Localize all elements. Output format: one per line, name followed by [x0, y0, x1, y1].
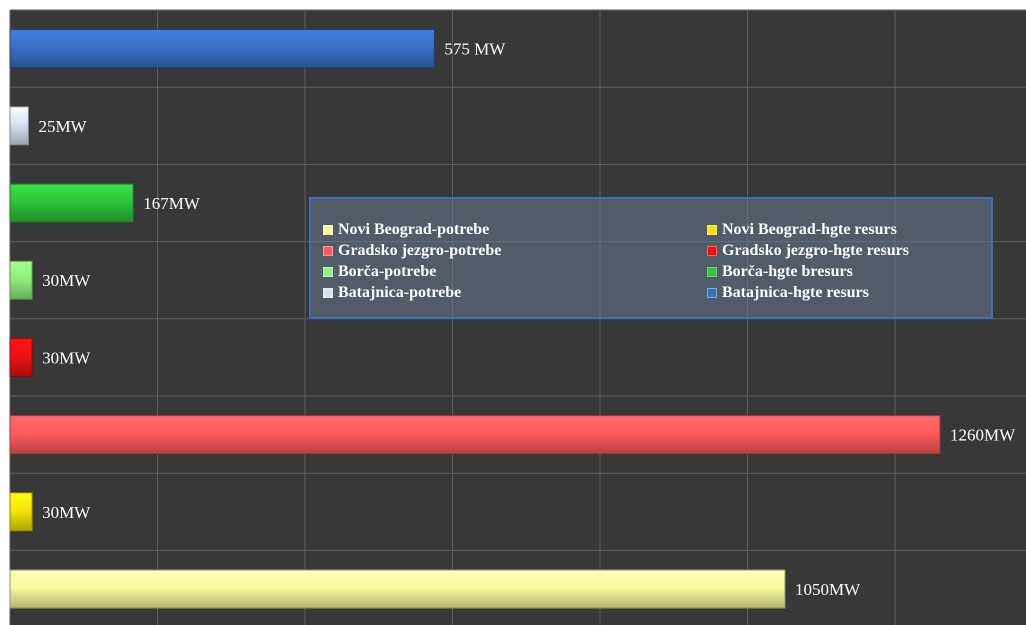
data-label: 30MW	[42, 348, 91, 367]
bar-novi-beograd-potrebe	[9, 569, 786, 609]
legend-swatch	[707, 245, 717, 256]
legend-label: Gradsko jezgro-potrebe	[338, 242, 502, 259]
legend-label: Borča-hgte bresurs	[722, 263, 853, 280]
legend-item: Novi Beograd-potrebe	[323, 219, 501, 240]
legend-label: Gradsko jezgro-hgte resurs	[722, 242, 909, 259]
legend-swatch	[323, 266, 333, 277]
legend-column-left: Novi Beograd-potrebe Gradsko jezgro-potre…	[323, 219, 501, 303]
bar-batajnica-potrebe	[9, 106, 29, 146]
legend-item: Gradsko jezgro-hgte resurs	[707, 240, 909, 261]
data-label: 30MW	[42, 271, 91, 290]
legend-label: Borča-potrebe	[338, 263, 437, 280]
bar-bor-a-hgte-bresurs	[9, 183, 134, 223]
legend-item: Novi Beograd-hgte resurs	[707, 219, 909, 240]
legend-label: Novi Beograd-hgte resurs	[722, 221, 897, 238]
legend-item: Gradsko jezgro-potrebe	[323, 240, 501, 261]
legend-item: Borča-hgte bresurs	[707, 261, 909, 282]
legend-item: Batajnica-hgte resurs	[707, 282, 909, 303]
chart-legend: Novi Beograd-potrebe Gradsko jezgro-potre…	[309, 197, 993, 319]
legend-swatch	[707, 266, 717, 277]
bar-batajnica-hgte-resurs	[9, 29, 435, 69]
bar-novi-beograd-hgte-resurs	[9, 492, 33, 532]
data-label: 1050MW	[795, 580, 861, 599]
data-label: 167MW	[143, 194, 201, 213]
data-label: 1260MW	[950, 426, 1016, 445]
data-label: 30MW	[42, 503, 91, 522]
legend-item: Borča-potrebe	[323, 261, 501, 282]
legend-swatch	[323, 245, 333, 256]
legend-label: Novi Beograd-potrebe	[338, 221, 490, 238]
bar-bor-a-potrebe	[9, 260, 33, 300]
legend-swatch	[323, 287, 333, 298]
legend-swatch	[323, 224, 333, 235]
legend-swatch	[707, 287, 717, 298]
data-label: 575 MW	[444, 40, 506, 59]
bar-gradsko-jezgro-potrebe	[9, 415, 941, 455]
legend-label: Batajnica-potrebe	[338, 284, 462, 301]
legend-item: Batajnica-potrebe	[323, 282, 501, 303]
legend-swatch	[707, 224, 717, 235]
data-label: 25MW	[38, 117, 87, 136]
legend-column-right: Novi Beograd-hgte resurs Gradsko jezgro-h…	[707, 219, 909, 303]
legend-label: Batajnica-hgte resurs	[722, 284, 869, 301]
bar-gradsko-jezgro-hgte-resurs	[9, 337, 33, 377]
